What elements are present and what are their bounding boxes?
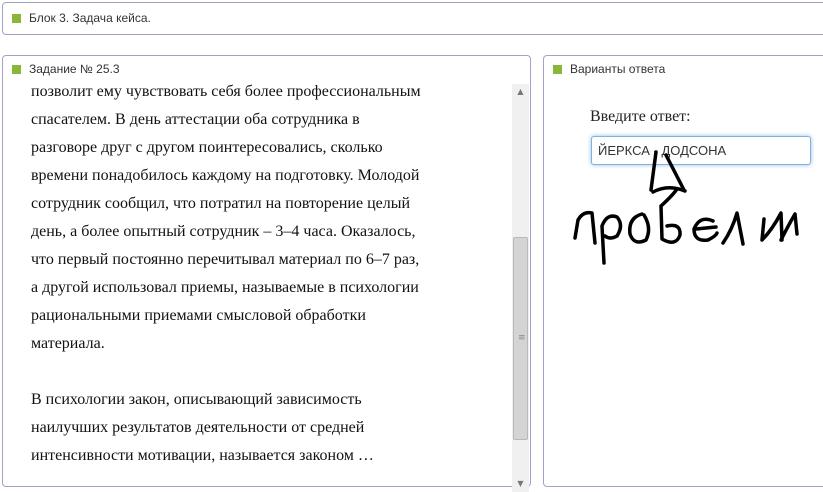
task-line: день, а более опытный сотрудник – 3–4 ча…	[31, 223, 416, 240]
answer-prompt: Введите ответ:	[590, 108, 691, 125]
block-header-panel: Блок 3. Задача кейса.	[2, 2, 823, 35]
task-line: времени понадобилось каждому на подготов…	[31, 167, 420, 184]
task-line: позволит ему чувствовать себя более проф…	[31, 83, 421, 100]
task-text-area[interactable]: позволит ему чувствовать себя более проф…	[13, 78, 513, 474]
answer-input[interactable]	[591, 136, 811, 165]
answer-panel-title: Варианты ответа	[570, 62, 666, 76]
task-panel: Задание № 25.3 позволит ему чувствовать …	[2, 55, 531, 492]
task-line: интенсивности мотивации, называется зако…	[31, 447, 374, 464]
task-question: В психологии закон, описывающий зависимо…	[31, 386, 501, 470]
scroll-up-arrow-icon[interactable]: ▲	[512, 84, 529, 100]
green-square-icon	[553, 65, 562, 74]
task-line: наилучших результатов деятельности от ср…	[31, 419, 365, 436]
task-paragraph: позволит ему чувствовать себя более проф…	[31, 78, 501, 358]
block-title: Блок 3. Задача кейса.	[29, 11, 151, 25]
task-line: разговоре друг с другом поинтересовались…	[31, 139, 383, 156]
task-scrollbar[interactable]: ▲ ≡ ▼	[512, 84, 529, 492]
task-line: рациональными приемами смысловой обработ…	[31, 307, 366, 324]
green-square-icon	[12, 14, 21, 23]
grip-icon: ≡	[518, 333, 526, 343]
green-square-icon	[12, 65, 21, 74]
task-line: сотрудник сообщил, что потратил на повто…	[31, 195, 411, 212]
task-line: В психологии закон, описывающий зависимо…	[31, 391, 362, 408]
task-line: спасателем. В день аттестации оба сотруд…	[31, 111, 360, 128]
task-line: а другой использовал приемы, называемые …	[31, 279, 419, 296]
answer-panel: Варианты ответа Введите ответ:	[543, 55, 823, 487]
task-title: Задание № 25.3	[29, 62, 120, 76]
task-line: материала.	[31, 335, 105, 352]
scrollbar-thumb[interactable]: ≡	[513, 237, 528, 440]
task-text: позволит ему чувствовать себя более проф…	[31, 78, 501, 470]
scroll-down-arrow-icon[interactable]: ▼	[512, 476, 529, 492]
task-line: что первый постоянно перечитывал материа…	[31, 251, 420, 268]
